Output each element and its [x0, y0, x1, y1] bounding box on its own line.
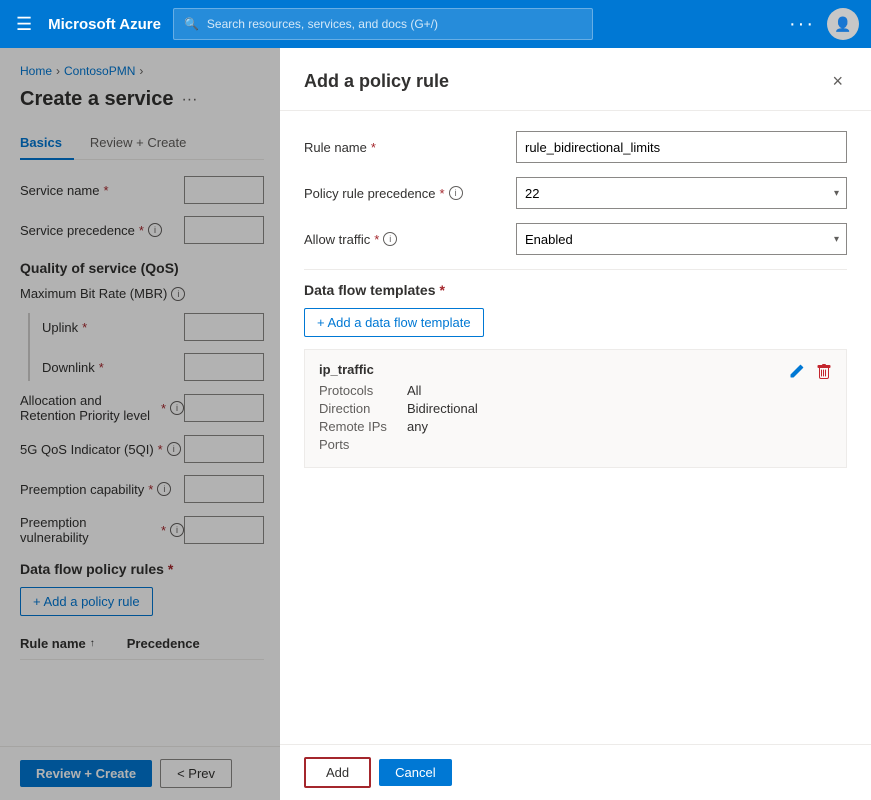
template-remote-key: Remote IPs: [319, 419, 399, 434]
template-remote-row: Remote IPs any: [319, 419, 832, 434]
precedence-row: Policy rule precedence * i 22 ▾: [304, 177, 847, 209]
template-protocols-value: All: [407, 383, 421, 398]
allow-traffic-label: Allow traffic * i: [304, 232, 504, 247]
search-icon: 🔍: [184, 17, 199, 31]
modal-close-button[interactable]: ×: [828, 68, 847, 94]
page-layout: Home › ContosoPMN › Create a service ···…: [0, 48, 871, 800]
template-entry: ip_traffic Protocols All Direction Bidir…: [304, 349, 847, 468]
modal-body: Rule name * Policy rule precedence * i 2…: [280, 111, 871, 744]
dft-section: Data flow templates * + Add a data flow …: [304, 282, 847, 468]
template-remote-value: any: [407, 419, 428, 434]
modal-add-policy-rule: Add a policy rule × Rule name * Policy r…: [280, 48, 871, 800]
template-edit-button[interactable]: [786, 362, 806, 387]
modal-title: Add a policy rule: [304, 71, 449, 92]
search-placeholder: Search resources, services, and docs (G+…: [207, 17, 438, 31]
allow-traffic-info-icon[interactable]: i: [383, 232, 397, 246]
template-protocols-key: Protocols: [319, 383, 399, 398]
cancel-button[interactable]: Cancel: [379, 759, 451, 786]
allow-traffic-row: Allow traffic * i Enabled Disabled ▾: [304, 223, 847, 255]
allow-traffic-select-wrapper: Enabled Disabled ▾: [516, 223, 847, 255]
menu-icon[interactable]: ☰: [12, 10, 36, 39]
template-direction-key: Direction: [319, 401, 399, 416]
template-name: ip_traffic: [319, 362, 832, 377]
precedence-info-icon[interactable]: i: [449, 186, 463, 200]
more-options-icon[interactable]: ···: [789, 13, 815, 36]
add-button[interactable]: Add: [304, 757, 371, 788]
rule-name-row: Rule name *: [304, 131, 847, 163]
avatar[interactable]: 👤: [827, 8, 859, 40]
modal-header: Add a policy rule ×: [280, 48, 871, 111]
allow-traffic-required: *: [374, 232, 379, 247]
template-direction-value: Bidirectional: [407, 401, 478, 416]
rule-name-input[interactable]: [516, 131, 847, 163]
add-data-flow-template-button[interactable]: + Add a data flow template: [304, 308, 484, 337]
template-actions: [786, 362, 834, 387]
precedence-required: *: [440, 186, 445, 201]
search-bar[interactable]: 🔍 Search resources, services, and docs (…: [173, 8, 593, 40]
topbar-right: ··· 👤: [789, 8, 859, 40]
modal-footer: Add Cancel: [280, 744, 871, 800]
rule-name-required: *: [371, 140, 376, 155]
app-title: Microsoft Azure: [48, 16, 161, 33]
template-delete-button[interactable]: [814, 362, 834, 387]
precedence-label: Policy rule precedence * i: [304, 186, 504, 201]
rule-name-label: Rule name *: [304, 140, 504, 155]
dft-title: Data flow templates *: [304, 282, 847, 298]
precedence-select-wrapper: 22 ▾: [516, 177, 847, 209]
divider: [304, 269, 847, 270]
template-direction-row: Direction Bidirectional: [319, 401, 832, 416]
precedence-select[interactable]: 22: [516, 177, 847, 209]
template-ports-key: Ports: [319, 437, 399, 452]
template-protocols-row: Protocols All: [319, 383, 832, 398]
topbar: ☰ Microsoft Azure 🔍 Search resources, se…: [0, 0, 871, 48]
template-ports-row: Ports: [319, 437, 832, 452]
allow-traffic-select[interactable]: Enabled Disabled: [516, 223, 847, 255]
dft-required: *: [439, 282, 444, 298]
